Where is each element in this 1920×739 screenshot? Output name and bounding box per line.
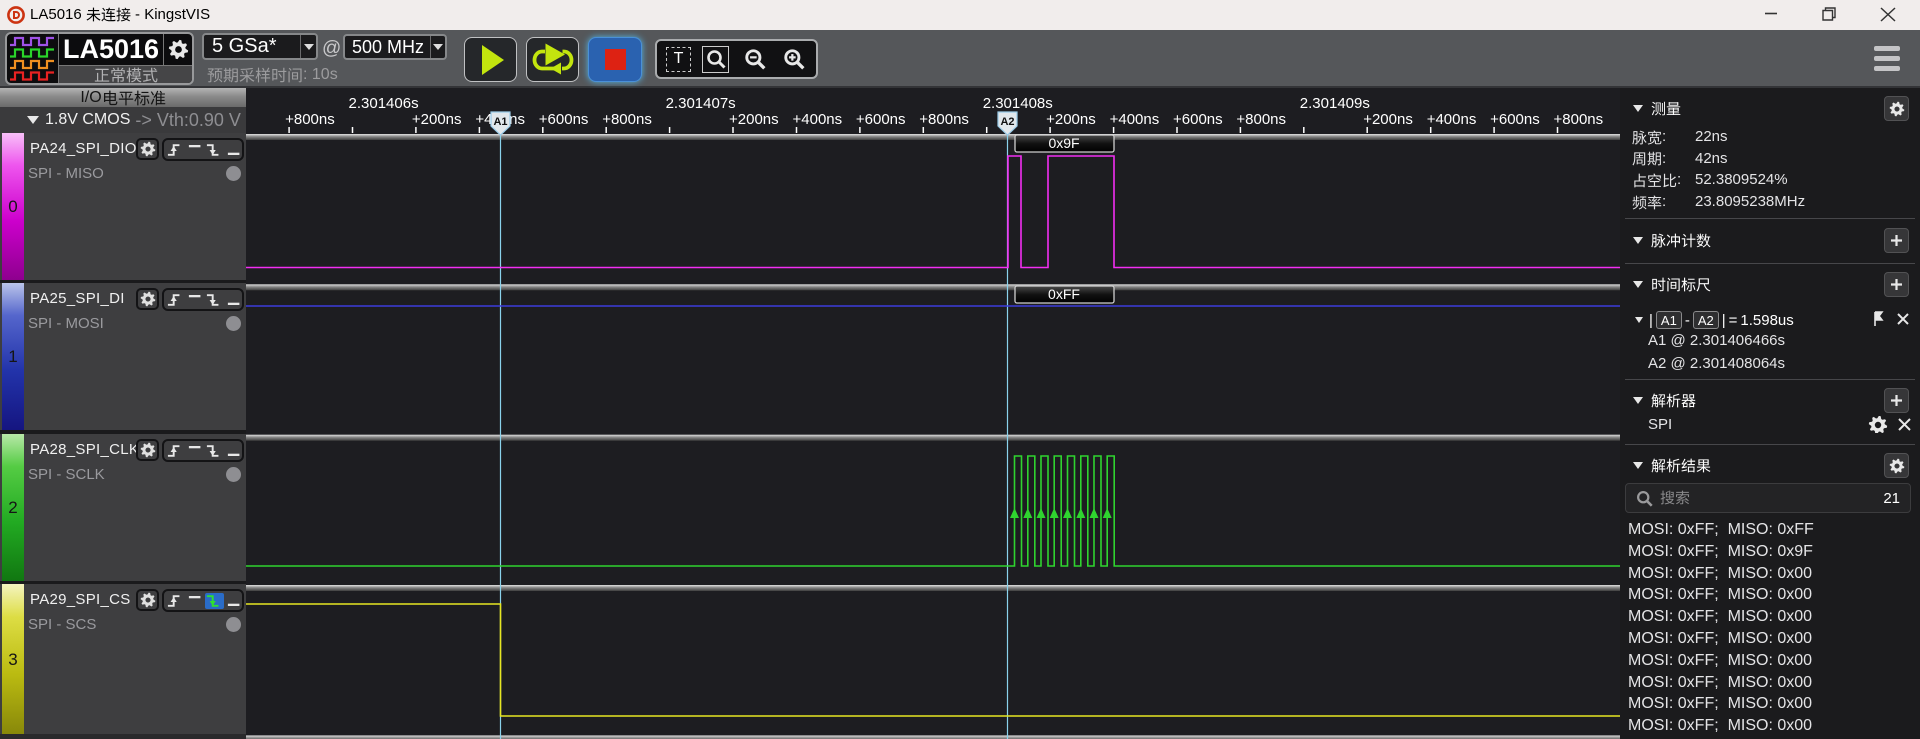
svg-text:+800ns: +800ns	[1554, 111, 1604, 128]
svg-text:0x9F: 0x9F	[1048, 135, 1079, 151]
svg-text:+400ns: +400ns	[1110, 111, 1160, 128]
svg-text:+800ns: +800ns	[285, 111, 335, 128]
svg-text:2.301408s: 2.301408s	[983, 95, 1053, 112]
svg-text:A2: A2	[1000, 116, 1014, 128]
svg-text:+600ns: +600ns	[539, 111, 589, 128]
svg-text:+200ns: +200ns	[1046, 111, 1096, 128]
svg-text:+800ns: +800ns	[919, 111, 969, 128]
svg-text:2.301409s: 2.301409s	[1300, 95, 1370, 112]
svg-text:+400ns: +400ns	[793, 111, 843, 128]
svg-text:0xFF: 0xFF	[1048, 286, 1080, 302]
svg-text:2.301406s: 2.301406s	[349, 95, 419, 112]
svg-text:+800ns: +800ns	[602, 111, 652, 128]
svg-text:A1: A1	[493, 116, 507, 128]
svg-text:+600ns: +600ns	[1490, 111, 1540, 128]
svg-text:+200ns: +200ns	[1363, 111, 1413, 128]
svg-text:+600ns: +600ns	[856, 111, 906, 128]
svg-text:+400ns: +400ns	[1427, 111, 1477, 128]
svg-text:+800ns: +800ns	[1236, 111, 1286, 128]
svg-text:+600ns: +600ns	[1173, 111, 1223, 128]
svg-text:+200ns: +200ns	[729, 111, 779, 128]
svg-text:2.301407s: 2.301407s	[666, 95, 736, 112]
svg-text:+200ns: +200ns	[412, 111, 462, 128]
